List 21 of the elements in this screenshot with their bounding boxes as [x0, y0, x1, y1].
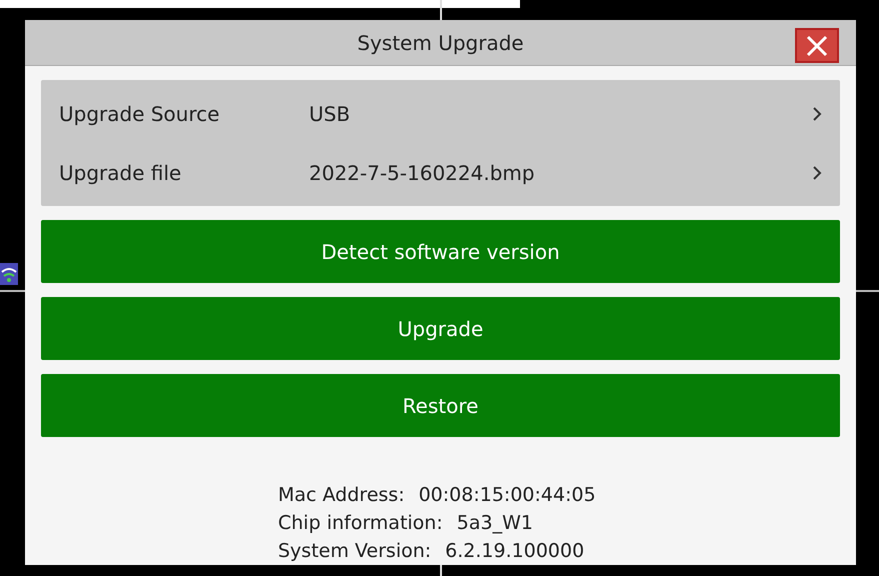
action-button[interactable]: Upgrade [41, 297, 840, 360]
close-icon [805, 34, 829, 58]
chevron-right-icon [812, 106, 822, 122]
chevron-right-icon [812, 164, 822, 180]
wifi-icon [0, 263, 18, 285]
settings-row[interactable]: Upgrade Source USB [41, 84, 840, 143]
info-value: 6.2.19.100000 [445, 539, 584, 564]
close-button[interactable] [795, 28, 839, 63]
info-value: 00:08:15:00:44:05 [418, 483, 596, 508]
setting-value: 2022-7-5-160224.bmp [309, 160, 536, 186]
action-button[interactable]: Restore [41, 374, 840, 437]
setting-label: Upgrade file [59, 160, 182, 186]
info-label: System Version: [278, 539, 432, 564]
setting-value: USB [309, 100, 352, 128]
settings-row[interactable]: Upgrade file 2022-7-5-160224.bmp [41, 143, 840, 202]
info-label: Mac Address: [278, 483, 405, 508]
action-button[interactable]: Detect software version [41, 220, 840, 283]
info-value: 5a3_W1 [456, 511, 533, 536]
info-label: Chip information: [278, 511, 443, 536]
setting-label: Upgrade Source [59, 100, 221, 128]
window-title: System Upgrade [357, 30, 524, 56]
